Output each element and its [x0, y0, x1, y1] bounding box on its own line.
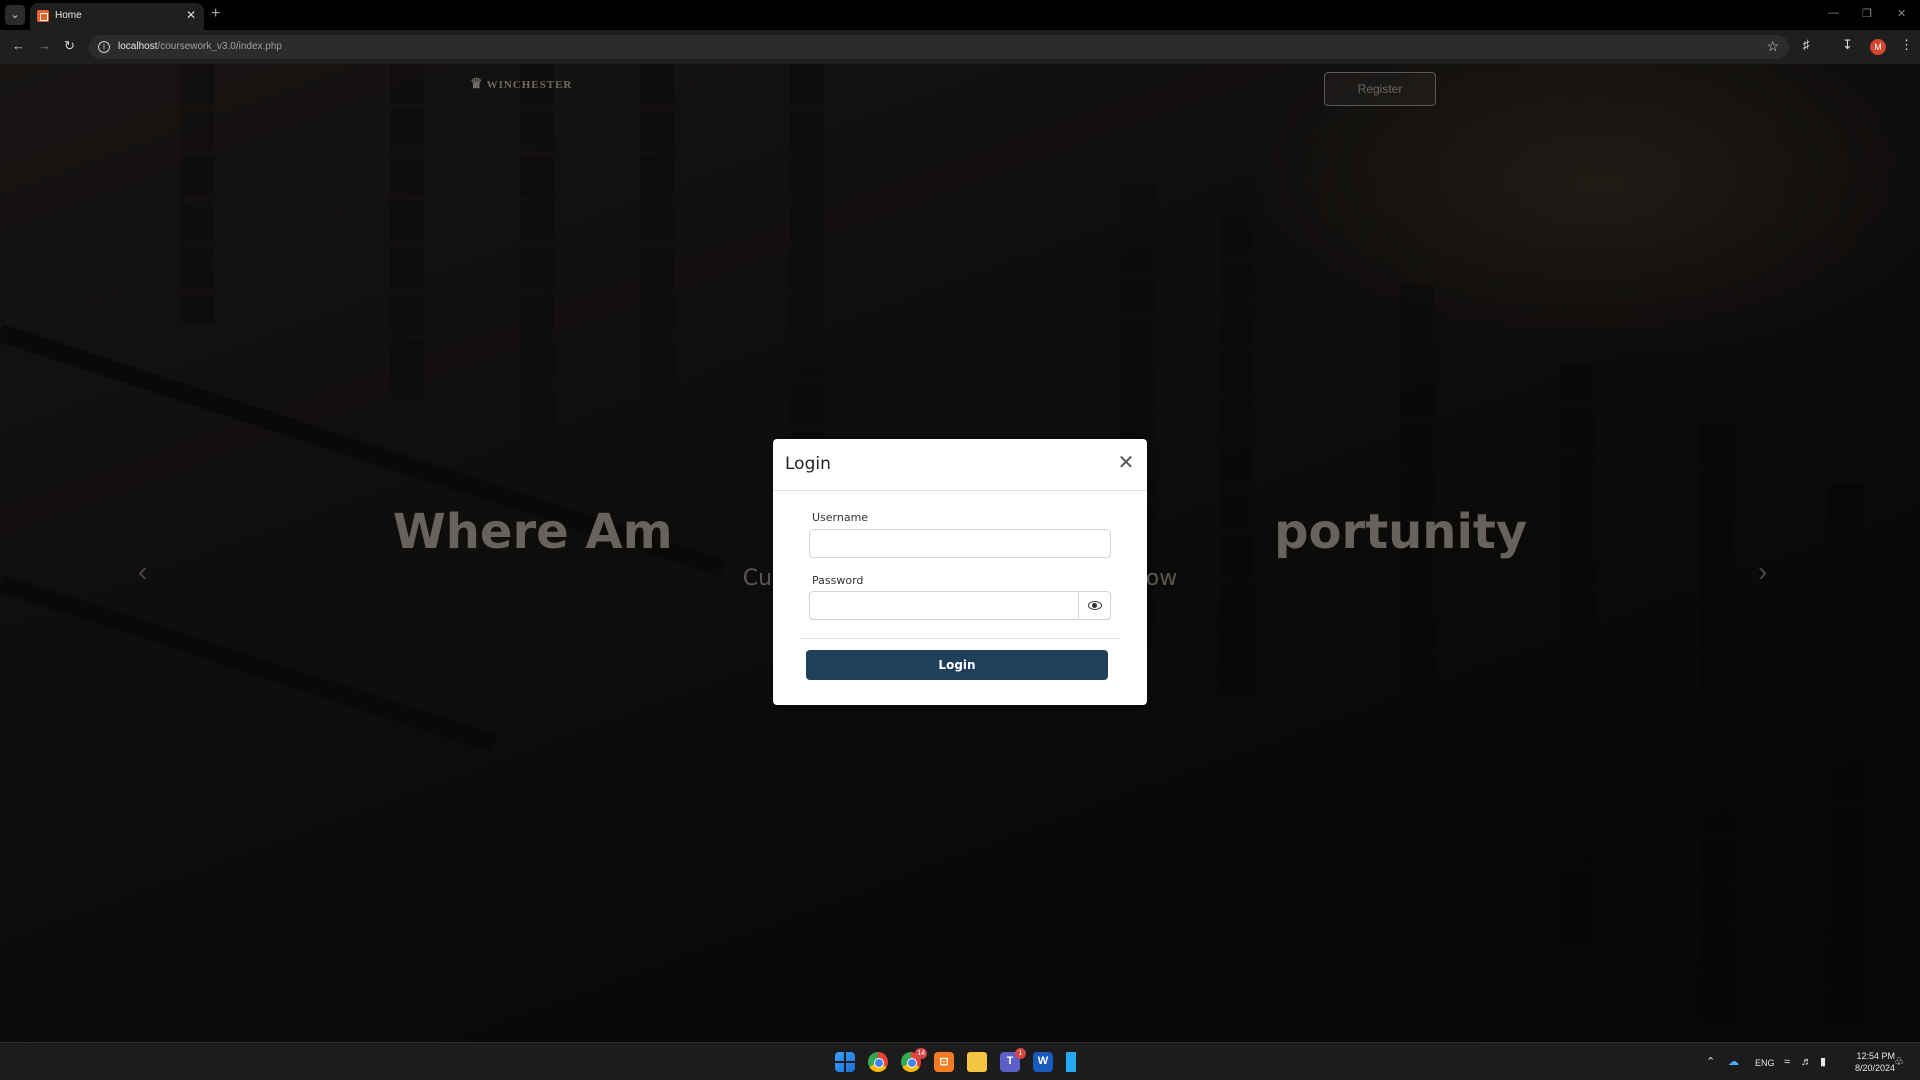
- address-bar[interactable]: i localhost/coursework_v3.0/index.php ☆: [89, 35, 1789, 59]
- toggle-password-button[interactable]: [1078, 591, 1111, 620]
- windows-taskbar: 14 ⊡ T1 W ⌃ ☁ ENG ≈ ♬ ▮ 12:54 PM 8/20/20…: [0, 1042, 1920, 1080]
- bookmark-star-icon[interactable]: ☆: [1766, 38, 1779, 55]
- chrome-profile-icon[interactable]: 14: [901, 1048, 927, 1072]
- xampp-icon[interactable]: ⊡: [934, 1052, 954, 1072]
- site-info-icon[interactable]: i: [98, 41, 110, 53]
- volume-icon[interactable]: ♬: [1801, 1056, 1812, 1068]
- file-explorer-icon[interactable]: [967, 1052, 987, 1072]
- username-input[interactable]: [809, 529, 1111, 558]
- windows-start-icon[interactable]: [835, 1052, 855, 1072]
- teams-icon[interactable]: T1: [1000, 1048, 1026, 1072]
- modal-title: Login: [785, 454, 831, 474]
- browser-tab-strip: ⌄ Home ✕ + — ❐ ✕: [0, 0, 1920, 30]
- crown-icon: ♛: [470, 77, 484, 92]
- minimize-icon[interactable]: —: [1828, 7, 1839, 19]
- clock-date: 8/20/2024: [1854, 1063, 1895, 1073]
- username-label: Username: [812, 511, 869, 524]
- login-modal: Login ✕ Username Password Login: [773, 439, 1147, 705]
- register-button[interactable]: Register: [1324, 72, 1436, 106]
- site-logo[interactable]: ♛ WINCHESTER: [470, 76, 572, 93]
- modal-close-icon[interactable]: ✕: [1115, 451, 1137, 473]
- tab-title: Home: [55, 10, 82, 21]
- teams-badge: 1: [1015, 1048, 1026, 1059]
- forward-arrow-icon[interactable]: →: [38, 39, 51, 53]
- back-arrow-icon[interactable]: ←: [12, 39, 25, 53]
- system-clock[interactable]: 12:54 PM 8/20/2024: [1843, 1050, 1895, 1074]
- notification-bell-icon[interactable]: ♧: [1894, 1056, 1904, 1068]
- wifi-icon[interactable]: ≈: [1784, 1056, 1790, 1068]
- window-close-icon[interactable]: ✕: [1897, 7, 1906, 20]
- password-input[interactable]: [809, 591, 1079, 620]
- profile-avatar[interactable]: M: [1870, 39, 1886, 55]
- modal-divider: [799, 638, 1121, 639]
- tab-search-button[interactable]: ⌄: [5, 5, 25, 25]
- browser-menu-icon[interactable]: ⋮: [1900, 38, 1913, 52]
- browser-toolbar: ← → ↻ i localhost/coursework_v3.0/index.…: [0, 30, 1920, 64]
- chrome-icon[interactable]: [868, 1052, 888, 1072]
- battery-icon[interactable]: ▮: [1820, 1056, 1826, 1068]
- downloads-icon[interactable]: ↧: [1842, 38, 1853, 52]
- chrome-badge: 14: [915, 1048, 927, 1059]
- restore-icon[interactable]: ❐: [1862, 7, 1872, 20]
- tray-overflow-chevron-icon[interactable]: ⌃: [1706, 1056, 1715, 1068]
- extensions-puzzle-icon[interactable]: ♯: [1803, 38, 1810, 52]
- onedrive-icon[interactable]: ☁: [1728, 1056, 1739, 1068]
- modal-header: Login ✕: [773, 439, 1147, 491]
- new-tab-icon[interactable]: +: [211, 6, 220, 22]
- url-text: localhost/coursework_v3.0/index.php: [118, 41, 282, 52]
- reload-icon[interactable]: ↻: [64, 39, 75, 53]
- eye-icon: [1088, 601, 1102, 610]
- word-icon[interactable]: W: [1033, 1052, 1053, 1072]
- carousel-prev-icon[interactable]: ‹: [138, 558, 147, 586]
- password-label: Password: [812, 574, 864, 587]
- xampp-favicon-icon: [37, 10, 49, 22]
- login-button[interactable]: Login: [806, 650, 1108, 680]
- tab-close-icon[interactable]: ✕: [186, 8, 196, 22]
- carousel-next-icon[interactable]: ›: [1758, 558, 1767, 586]
- clock-time: 12:54 PM: [1856, 1051, 1895, 1061]
- vscode-icon[interactable]: [1066, 1052, 1076, 1072]
- language-indicator[interactable]: ENG: [1755, 1058, 1775, 1068]
- browser-tab-home[interactable]: Home ✕: [30, 3, 204, 30]
